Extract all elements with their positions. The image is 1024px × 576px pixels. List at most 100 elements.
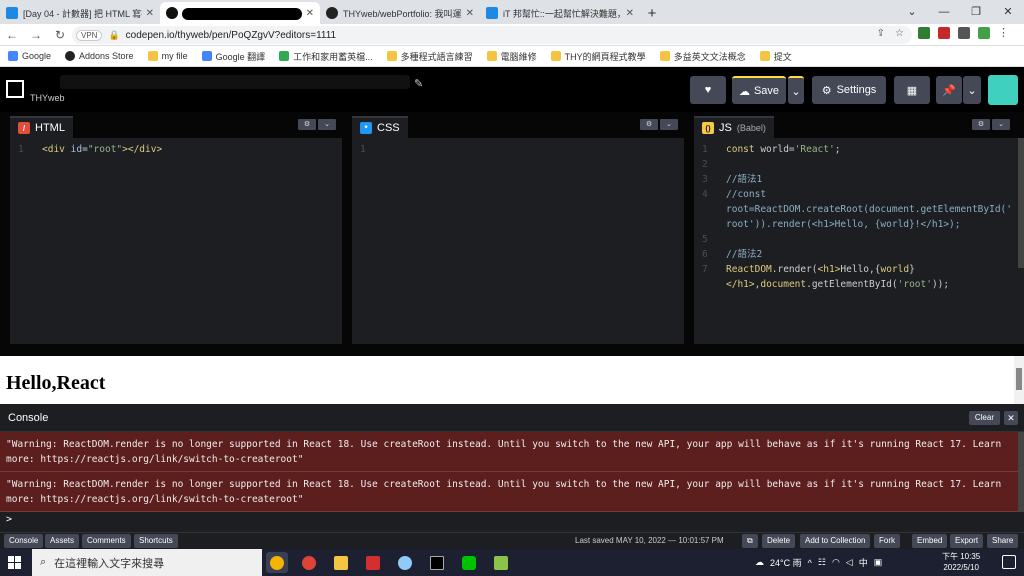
- notification-icon[interactable]: [1002, 555, 1016, 569]
- volume-icon[interactable]: ◁: [846, 557, 853, 568]
- chevron-up-icon[interactable]: ^: [808, 558, 812, 568]
- bookmark-item[interactable]: 提文: [759, 50, 792, 63]
- html-editor[interactable]: / HTML ⚙ ⌄ 1 <div id="root"></div>: [10, 112, 342, 344]
- editor-scrollbar[interactable]: [1018, 138, 1024, 268]
- heart-button[interactable]: ♥: [690, 76, 726, 104]
- bookmark-item[interactable]: 電腦維修: [486, 50, 537, 63]
- bookmark-item[interactable]: Google: [8, 51, 51, 61]
- bookmark-item[interactable]: my file: [147, 51, 188, 61]
- settings-button[interactable]: ⚙ Settings: [812, 76, 886, 104]
- console-input[interactable]: >: [0, 512, 1024, 527]
- result-iframe[interactable]: Hello,React: [0, 356, 1024, 404]
- gear-icon[interactable]: ⚙: [640, 119, 658, 130]
- chevron-down-icon[interactable]: ⌄: [318, 119, 336, 130]
- browser-tab-active[interactable]: ✕: [160, 2, 320, 24]
- pen-owner[interactable]: THYweb: [30, 93, 65, 103]
- ime-indicator[interactable]: 中: [859, 556, 868, 569]
- change-view-button[interactable]: ▦: [894, 76, 930, 104]
- css-editor[interactable]: * CSS ⚙ ⌄ 1: [352, 112, 684, 344]
- export-button[interactable]: Export: [950, 534, 984, 548]
- terminal-icon[interactable]: [426, 552, 448, 573]
- clock[interactable]: 下午 10:35 2022/5/10: [942, 551, 980, 573]
- network-icon[interactable]: ☷: [818, 557, 826, 568]
- add-to-collection-button[interactable]: Add to Collection: [800, 534, 871, 548]
- bookmark-item[interactable]: 工作和家用蓄英檔...: [279, 50, 373, 63]
- line-app-icon[interactable]: [458, 552, 480, 573]
- maximize-button[interactable]: ❐: [960, 0, 992, 24]
- profile-icon[interactable]: [978, 26, 990, 39]
- gift-app-icon[interactable]: [362, 552, 384, 573]
- lock-icon[interactable]: 🔒: [108, 30, 119, 41]
- pin-button[interactable]: 📌: [936, 76, 962, 104]
- avatar[interactable]: [988, 75, 1018, 105]
- bookmark-item[interactable]: 多種程式語言練習: [386, 50, 473, 63]
- save-dropdown-button[interactable]: ⌄: [788, 76, 804, 104]
- close-window-button[interactable]: ✕: [992, 0, 1024, 24]
- windows-start-icon[interactable]: [8, 556, 21, 569]
- back-icon[interactable]: ←: [0, 28, 24, 42]
- console-button[interactable]: Console: [4, 534, 44, 548]
- close-tab-icon[interactable]: ✕: [306, 8, 314, 19]
- result-scrollbar[interactable]: [1014, 356, 1024, 404]
- keyboard-icon[interactable]: ▣: [874, 557, 883, 568]
- forward-icon[interactable]: →: [24, 28, 48, 42]
- chevron-down-icon[interactable]: ⌄: [660, 119, 678, 130]
- assets-button[interactable]: Assets: [45, 534, 80, 548]
- embed-button[interactable]: Embed: [912, 534, 948, 548]
- close-tab-icon[interactable]: ✕: [466, 8, 474, 19]
- puzzle-icon[interactable]: [958, 26, 970, 39]
- edit-title-icon[interactable]: ✎: [414, 77, 423, 90]
- tab-html[interactable]: / HTML: [10, 116, 73, 138]
- minimize-button[interactable]: —: [928, 0, 960, 24]
- bookmark-star-icon[interactable]: ☆: [895, 28, 904, 39]
- bookmark-item[interactable]: 多益英文文法概念: [659, 50, 746, 63]
- bookmark-item[interactable]: THY的網頁程式教學: [550, 50, 646, 63]
- weather-icon[interactable]: ☁: [755, 557, 764, 568]
- save-button[interactable]: ☁ Save: [732, 76, 786, 104]
- url-input[interactable]: VPN 🔒 codepen.io/thyweb/pen/PoQZgvV?edit…: [72, 26, 912, 44]
- tab-js[interactable]: () JS (Babel): [694, 116, 774, 138]
- extension-icon[interactable]: [938, 26, 950, 39]
- taskbar-search-input[interactable]: ⌕ 在這裡輸入文字來搜尋: [32, 549, 262, 576]
- chrome-app-icon[interactable]: [298, 552, 320, 573]
- console-scrollbar[interactable]: [1018, 432, 1024, 512]
- notepad-app-icon[interactable]: [490, 552, 512, 573]
- clear-button[interactable]: Clear: [968, 411, 1000, 425]
- bookmark-item[interactable]: Google 翻譯: [201, 50, 265, 63]
- extension-icon[interactable]: [918, 26, 930, 39]
- new-tab-button[interactable]: +: [640, 2, 664, 24]
- menu-icon[interactable]: ⋮: [998, 26, 1009, 39]
- comments-button[interactable]: Comments: [82, 534, 131, 548]
- paint-app-icon[interactable]: [394, 552, 416, 573]
- browser-tab[interactable]: [Day 04 - 計數器] 把 HTML 寫在 ✕: [0, 2, 160, 24]
- share-icon[interactable]: ⇪: [877, 28, 885, 39]
- vpn-badge[interactable]: VPN: [76, 29, 103, 41]
- codepen-logo-icon[interactable]: [6, 80, 24, 98]
- tab-search-icon[interactable]: ⌄: [896, 0, 928, 24]
- open-external-icon[interactable]: ⧉: [742, 534, 758, 548]
- code-area[interactable]: 1 const world='React'; 2 3//語法1 4//const …: [694, 138, 1024, 292]
- close-tab-icon[interactable]: ✕: [146, 8, 154, 19]
- resize-handle[interactable]: [0, 344, 1024, 356]
- wifi-icon[interactable]: ◠: [832, 557, 840, 568]
- close-icon[interactable]: ✕: [1004, 411, 1018, 425]
- pin-dropdown-button[interactable]: ⌄: [963, 76, 981, 104]
- bookmark-item[interactable]: Addons Store: [65, 51, 134, 61]
- browser-tab[interactable]: iT 邦幫忙::一起幫忙解決難題，拯 ✕: [480, 2, 640, 24]
- close-tab-icon[interactable]: ✕: [626, 8, 634, 19]
- chrome-app-icon[interactable]: [266, 552, 288, 573]
- tab-css[interactable]: * CSS: [352, 116, 408, 138]
- weather-text[interactable]: 24°C 雨: [770, 556, 802, 569]
- code-area[interactable]: 1: [352, 138, 684, 157]
- gear-icon[interactable]: ⚙: [298, 119, 316, 130]
- file-explorer-icon[interactable]: [330, 552, 352, 573]
- share-button[interactable]: Share: [987, 534, 1019, 548]
- reload-icon[interactable]: ↻: [48, 28, 72, 42]
- fork-button[interactable]: Fork: [874, 534, 900, 548]
- gear-icon[interactable]: ⚙: [972, 119, 990, 130]
- js-editor[interactable]: () JS (Babel) ⚙ ⌄ 1 const world='React'; 2…: [694, 112, 1024, 344]
- shortcuts-button[interactable]: Shortcuts: [134, 534, 178, 548]
- code-area[interactable]: 1 <div id="root"></div>: [10, 138, 342, 157]
- chevron-down-icon[interactable]: ⌄: [992, 119, 1010, 130]
- browser-tab[interactable]: THYweb/webPortfolio: 我叫運動 ✕: [320, 2, 480, 24]
